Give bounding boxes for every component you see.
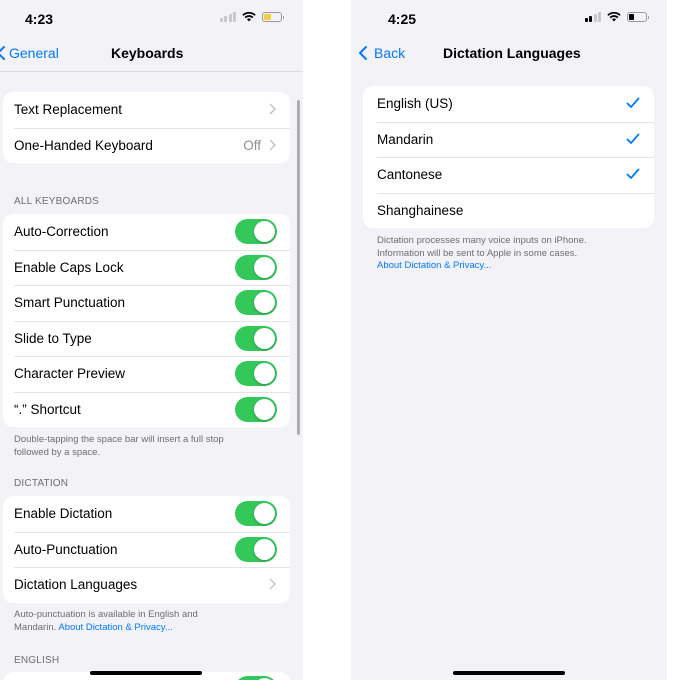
status-time: 4:25 [388, 11, 417, 27]
page-title: Dictation Languages [443, 45, 581, 61]
text-replacement-label: Text Replacement [14, 102, 123, 118]
text-replacement-row[interactable]: Text Replacement [3, 92, 290, 128]
nav-divider [0, 71, 303, 72]
auto-correction-row: Auto-Correction [3, 214, 290, 250]
dictation-group: Enable Dictation Auto-Punctuation Dictat… [3, 496, 290, 603]
smart-punctuation-toggle[interactable] [235, 290, 277, 315]
slide-to-type-label: Slide to Type [14, 330, 92, 346]
page-title: Keyboards [111, 45, 184, 61]
back-label: General [9, 45, 59, 61]
back-button[interactable]: General [0, 45, 59, 61]
all-keyboards-group: Auto-Correction Enable Caps Lock Smart P… [3, 214, 290, 427]
auto-correction-label: Auto-Correction [14, 224, 109, 240]
dictation-languages-screen: 4:25 Back Dictation Languages English (U… [351, 0, 667, 680]
dictation-languages-label: Dictation Languages [14, 577, 138, 593]
smart-punctuation-label: Smart Punctuation [14, 295, 126, 311]
about-dictation-privacy-link[interactable]: About Dictation & Privacy... [58, 622, 172, 633]
cellular-signal-icon [584, 12, 601, 22]
character-preview-toggle[interactable] [235, 361, 277, 386]
section-header-all-keyboards: ALL KEYBOARDS [14, 196, 100, 207]
footer-line: Auto-punctuation is available in English… [14, 609, 198, 620]
language-row-cantonese[interactable]: Cantonese [363, 157, 654, 193]
footer-line: Information will be sent to Apple in som… [377, 247, 578, 259]
chevron-left-icon [0, 46, 5, 60]
dictation-footer: Auto-punctuation is available in English… [14, 609, 198, 634]
home-indicator [90, 671, 202, 675]
period-shortcut-label: “.” Shortcut [14, 401, 81, 417]
dictation-languages-group: English (US) Mandarin Cantonese Shanghai… [363, 86, 654, 228]
status-icons [584, 12, 649, 22]
dictation-languages-footer: Dictation processes many voice inputs on… [377, 235, 587, 273]
status-bar: 4:23 [0, 0, 303, 36]
slide-to-type-toggle[interactable] [235, 325, 277, 351]
language-label: Cantonese [377, 167, 443, 183]
enable-caps-lock-label: Enable Caps Lock [14, 259, 124, 275]
auto-correction-toggle[interactable] [235, 219, 277, 244]
language-label: Mandarin [377, 131, 434, 147]
one-handed-keyboard-value: Off [243, 137, 261, 153]
slide-to-type-row: Slide to Type [3, 320, 290, 357]
battery-icon [627, 12, 649, 22]
back-button[interactable]: Back [358, 45, 405, 61]
wifi-icon [607, 12, 621, 22]
one-handed-keyboard-label: One-Handed Keyboard [14, 137, 153, 153]
enable-dictation-label: Enable Dictation [14, 506, 113, 522]
checkmark-icon [626, 97, 640, 108]
one-handed-keyboard-row[interactable]: One-Handed Keyboard Off [3, 127, 290, 164]
section-header-dictation: DICTATION [14, 478, 69, 489]
wifi-icon [242, 12, 256, 22]
about-dictation-privacy-link[interactable]: About Dictation & Privacy... [377, 260, 587, 273]
english-toggle[interactable] [235, 676, 277, 680]
footer-text: Mandarin. [14, 621, 57, 633]
footer-line: Dictation processes many voice inputs on… [377, 235, 587, 246]
home-indicator [453, 671, 565, 675]
smart-punctuation-row: Smart Punctuation [3, 285, 290, 321]
chevron-right-icon [269, 103, 276, 115]
language-row-english-us[interactable]: English (US) [363, 86, 654, 122]
enable-caps-lock-toggle[interactable] [235, 254, 277, 280]
footer-line: followed by a space. [14, 446, 101, 458]
language-label: English (US) [377, 96, 453, 112]
enable-dictation-row: Enable Dictation [3, 496, 290, 532]
language-label: Shanghainese [377, 202, 464, 218]
auto-punctuation-label: Auto-Punctuation [14, 541, 118, 557]
enable-dictation-toggle[interactable] [235, 501, 277, 526]
battery-icon [262, 12, 284, 22]
status-icons [219, 12, 284, 22]
keyboard-options-group: Text Replacement One-Handed Keyboard Off [3, 92, 290, 163]
character-preview-row: Character Preview [3, 356, 290, 392]
footer-line: Double-tapping the space bar will insert… [14, 434, 224, 445]
dictation-languages-row[interactable]: Dictation Languages [3, 567, 290, 603]
scrollbar[interactable] [297, 100, 300, 435]
language-row-shanghainese[interactable]: Shanghainese [363, 192, 654, 229]
status-time: 4:23 [25, 11, 54, 27]
chevron-right-icon [269, 578, 276, 590]
checkmark-icon [626, 133, 640, 144]
auto-punctuation-row: Auto-Punctuation [3, 531, 290, 568]
keyboards-screen: 4:23 General Keyboards Text Replacement [0, 0, 303, 680]
auto-punctuation-toggle[interactable] [235, 536, 277, 562]
language-row-mandarin[interactable]: Mandarin [363, 121, 654, 158]
cellular-signal-icon [219, 12, 236, 22]
period-shortcut-row: “.” Shortcut [3, 391, 290, 428]
all-keyboards-footer: Double-tapping the space bar will insert… [14, 434, 224, 459]
status-bar: 4:25 [351, 0, 667, 36]
footer-line: Mandarin. About Dictation & Privacy... [14, 622, 198, 635]
navigation-bar: Back Dictation Languages [351, 36, 667, 72]
character-preview-label: Character Preview [14, 366, 126, 382]
navigation-bar: General Keyboards [0, 36, 303, 72]
chevron-left-icon [359, 46, 367, 60]
enable-caps-lock-row: Enable Caps Lock [3, 249, 290, 286]
checkmark-icon [626, 168, 640, 179]
section-header-english: ENGLISH [14, 655, 60, 666]
period-shortcut-toggle[interactable] [235, 396, 277, 422]
chevron-right-icon [269, 138, 276, 151]
back-label: Back [374, 45, 406, 61]
